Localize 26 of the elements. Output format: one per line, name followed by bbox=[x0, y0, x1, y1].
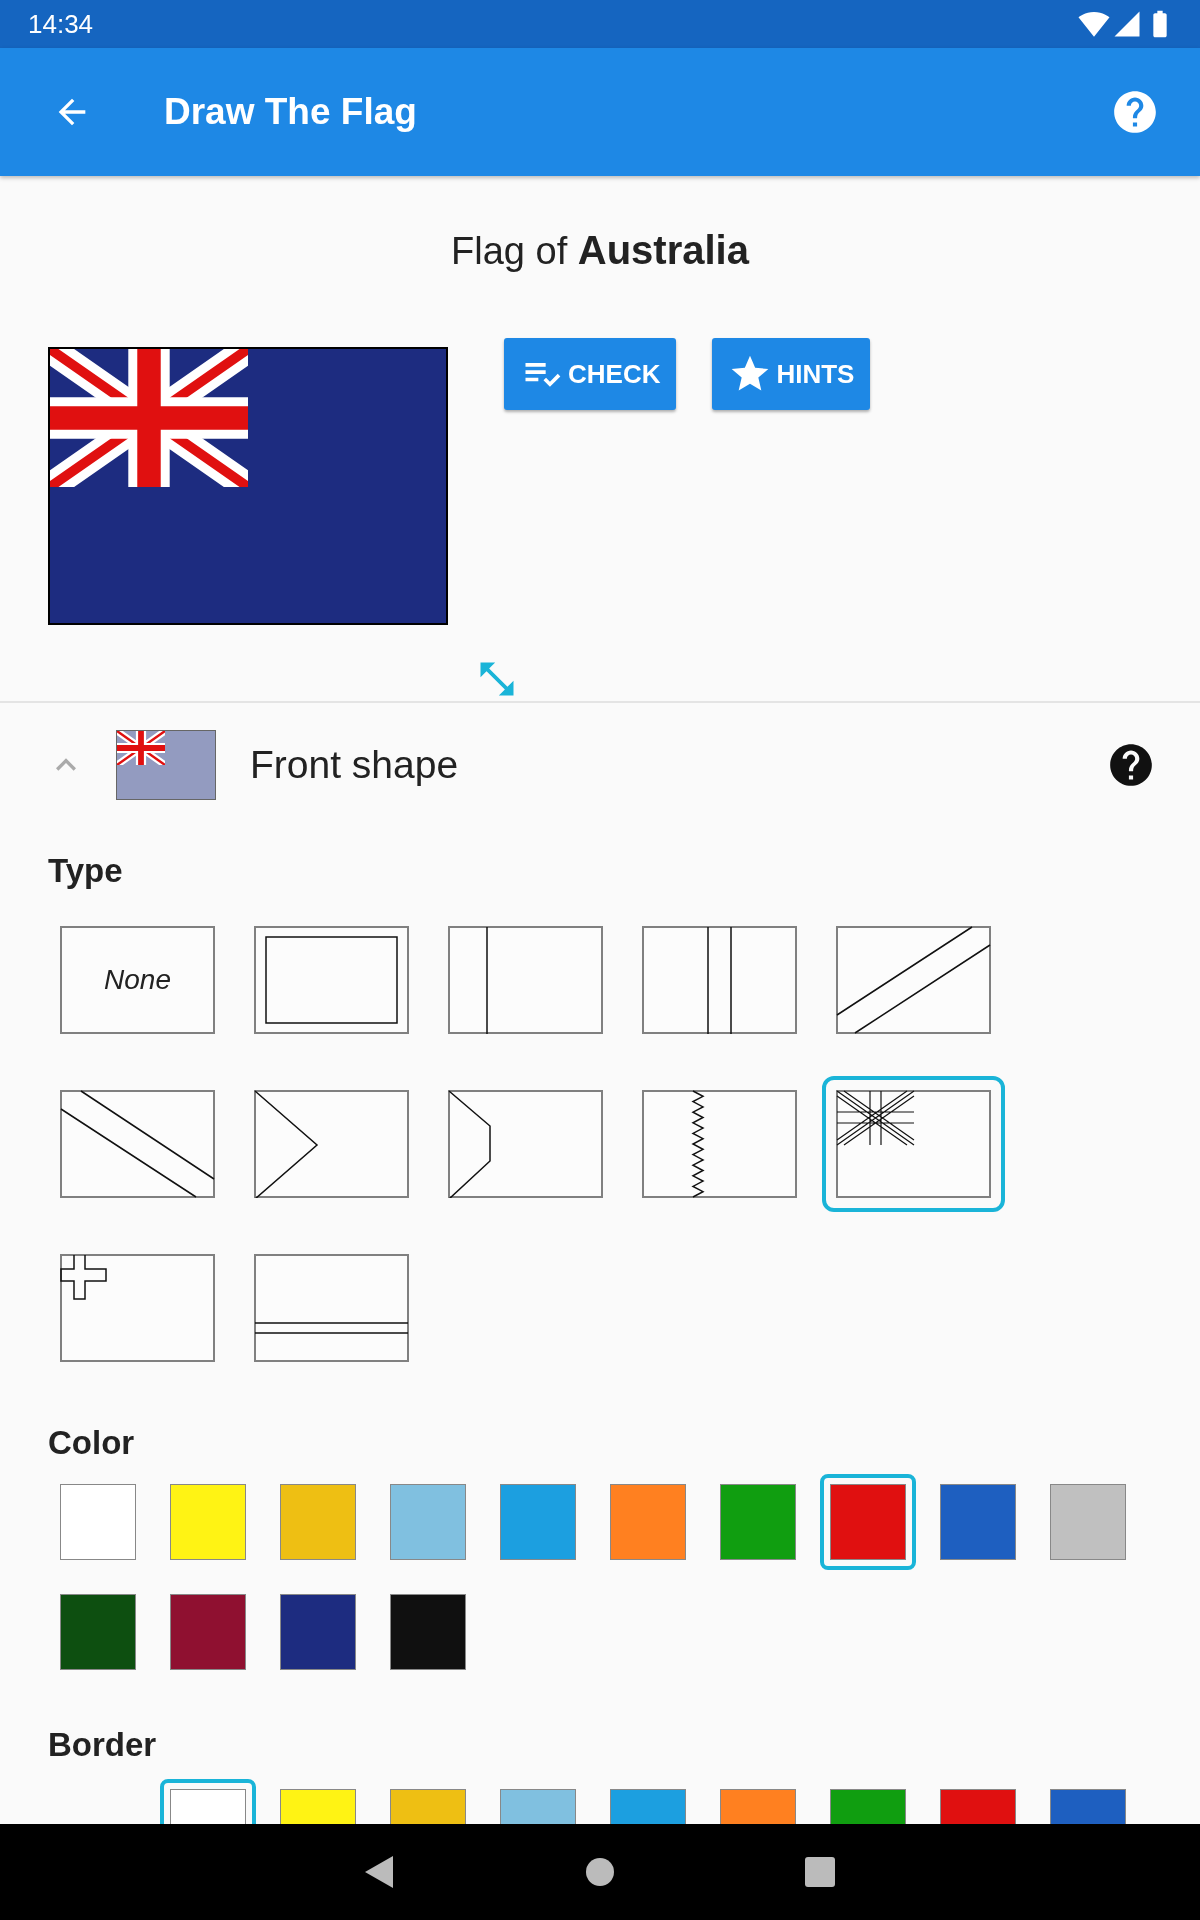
flag-shape-icon bbox=[60, 1254, 215, 1362]
flag-heading: Flag of Australia bbox=[451, 228, 749, 273]
section-title: Front shape bbox=[250, 743, 460, 787]
section-label: Border bbox=[47, 1726, 158, 1764]
back-nav-icon[interactable] bbox=[365, 1856, 395, 1888]
color-option[interactable] bbox=[820, 1474, 916, 1570]
section-label: Color bbox=[47, 1424, 136, 1462]
flag-shape-icon bbox=[254, 1090, 409, 1198]
section-label: Type bbox=[47, 852, 124, 890]
flag-shape-icon bbox=[642, 926, 797, 1034]
option-label: None bbox=[104, 964, 171, 996]
app-title: Draw The Flag bbox=[164, 91, 418, 133]
flag-shape-icon bbox=[836, 926, 991, 1034]
shape-option[interactable] bbox=[822, 1076, 1005, 1212]
flag-shape-icon bbox=[60, 1090, 215, 1198]
flag-shape-icon bbox=[448, 926, 603, 1034]
signal-icon bbox=[1112, 9, 1142, 39]
flag-shape-icon bbox=[254, 1254, 409, 1362]
flag-shape-icon bbox=[836, 1090, 991, 1198]
flag-shape-icon bbox=[448, 1090, 603, 1198]
hints-button[interactable]: HINTS bbox=[712, 338, 871, 410]
status-time: 14:34 bbox=[28, 8, 95, 40]
home-nav-icon[interactable] bbox=[585, 1857, 615, 1887]
flag-shape-icon bbox=[642, 1090, 797, 1198]
flag-shape-icon bbox=[254, 926, 409, 1034]
check-button[interactable]: CHECK bbox=[504, 338, 677, 410]
